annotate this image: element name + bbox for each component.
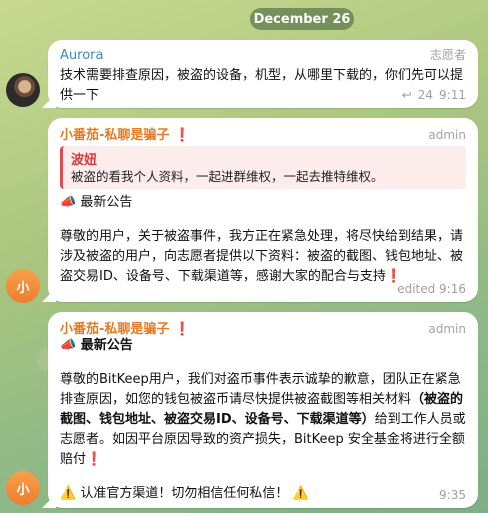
message-bubble[interactable]: Aurora 志愿者 技术需要排查原因，被盗的设备，机型，从哪里下载的，你们先可… bbox=[48, 40, 478, 108]
message-bubble[interactable]: 小番茄-私聊是骗子 ❗ admin 波妞 被盗的看我个人资料，一起进群维权，一起… bbox=[48, 118, 478, 302]
announcement-heading: 📣 最新公告 bbox=[60, 193, 466, 213]
sender-name[interactable]: 小番茄-私聊是骗子 ❗ bbox=[60, 318, 190, 337]
exclamation-icon: ❗ bbox=[173, 322, 191, 337]
avatar[interactable]: 小 bbox=[6, 471, 40, 505]
avatar[interactable] bbox=[6, 73, 40, 107]
reply-icon[interactable]: ↩ bbox=[402, 88, 412, 102]
avatar[interactable]: 小 bbox=[6, 269, 40, 303]
date-separator: December 26 bbox=[250, 8, 354, 30]
message-time: 9:11 bbox=[439, 88, 466, 102]
sender-role: admin bbox=[428, 128, 466, 142]
message-meta: edited 9:16 bbox=[397, 282, 466, 296]
message-meta: ↩ 24 9:11 bbox=[402, 88, 466, 102]
message-text: 尊敬的BitKeep用户，我们对盗币事件表示诚挚的歉意，团队正在紧急排查原因，如… bbox=[60, 370, 466, 470]
warning-line: ⚠️ 认准官方渠道！切勿相信任何私信！ ⚠️ bbox=[60, 484, 466, 504]
message-text: 尊敬的用户，关于被盗事件，我方正在紧急处理，将尽快给到结果，请涉及被盗的用户，向… bbox=[60, 227, 466, 287]
message-time: 9:35 bbox=[439, 488, 466, 502]
warning-icon: ⚠️ bbox=[60, 486, 77, 501]
message-bubble[interactable]: 小番茄-私聊是骗子 ❗ admin 📣 最新公告 尊敬的BitKeep用户，我们… bbox=[48, 312, 478, 508]
sender-name-text: 小番茄-私聊是骗子 bbox=[60, 322, 170, 337]
warning-text: 认准官方渠道！切勿相信任何私信！ bbox=[80, 486, 289, 501]
exclamation-icon: ❗ bbox=[86, 452, 103, 467]
quoted-reply[interactable]: 波妞 被盗的看我个人资料，一起进群维权，一起去推特维权。 bbox=[60, 146, 466, 189]
quote-text: 被盗的看我个人资料，一起进群维权，一起去推特维权。 bbox=[71, 169, 384, 184]
warning-icon: ⚠️ bbox=[292, 486, 309, 501]
sender-role: admin bbox=[428, 322, 466, 336]
exclamation-icon: ❗ bbox=[173, 128, 191, 143]
sender-name-text: 小番茄-私聊是骗子 bbox=[60, 128, 170, 143]
sender-name[interactable]: Aurora bbox=[60, 48, 103, 63]
message-meta: 9:35 bbox=[439, 488, 466, 502]
announcement-title: 最新公告 bbox=[80, 195, 133, 210]
sender-name[interactable]: 小番茄-私聊是骗子 ❗ bbox=[60, 124, 190, 143]
announcement-heading: 📣 最新公告 bbox=[60, 336, 466, 356]
reply-count[interactable]: 24 bbox=[418, 88, 433, 102]
quote-sender: 波妞 bbox=[71, 153, 98, 168]
message-body-part1: 尊敬的BitKeep用户，我们对盗币事件表示诚挚的歉意，团队正在紧急排查原因，如… bbox=[60, 372, 461, 407]
announcement-title: 最新公告 bbox=[80, 338, 133, 353]
megaphone-icon: 📣 bbox=[60, 338, 77, 353]
sender-role: 志愿者 bbox=[429, 48, 466, 62]
message-body: 尊敬的用户，关于被盗事件，我方正在紧急处理，将尽快给到结果，请涉及被盗的用户，向… bbox=[60, 229, 464, 284]
megaphone-icon: 📣 bbox=[60, 195, 77, 210]
message-time: edited 9:16 bbox=[397, 282, 466, 296]
